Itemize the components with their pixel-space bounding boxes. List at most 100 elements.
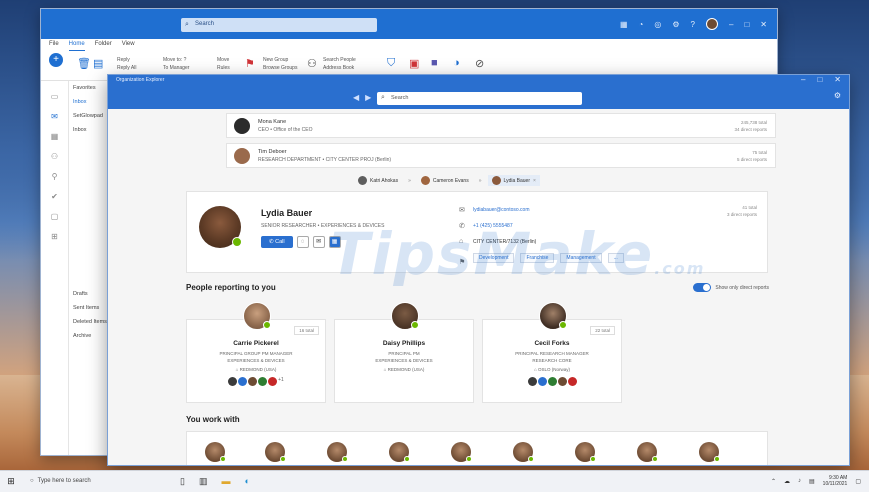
avatar[interactable] <box>547 377 557 386</box>
menu-file[interactable]: File <box>49 41 59 51</box>
mail-selected-icon[interactable]: ✉ <box>41 112 68 121</box>
attach-icon[interactable]: ⚲ <box>41 172 68 181</box>
to-manager-button[interactable]: To Manager <box>163 65 189 71</box>
breadcrumb-chip[interactable]: Cameron Evans <box>417 175 473 186</box>
clock[interactable]: 9:30 AM 10/11/2021 <box>823 475 848 487</box>
minimize-icon[interactable]: – <box>729 20 733 29</box>
report-card[interactable]: Daisy Phillips PRINCIPAL PM EXPERIENCES … <box>334 302 474 403</box>
speaker-icon[interactable]: ◑ <box>453 57 460 69</box>
teams-icon[interactable]: ▦ <box>620 20 628 29</box>
file-explorer-icon[interactable]: ▬ <box>221 476 230 487</box>
call-button[interactable]: ✆ Call <box>261 236 293 248</box>
close-icon[interactable]: ✕ <box>760 20 767 29</box>
menu-home[interactable]: Home <box>68 41 85 51</box>
widgets-icon[interactable]: ▥ <box>199 476 208 487</box>
settings-icon[interactable]: ⚙ <box>834 91 841 100</box>
avatar[interactable] <box>228 377 238 386</box>
people-icon[interactable]: ⚇ <box>41 152 68 161</box>
avatar[interactable] <box>265 442 286 462</box>
notification-icon[interactable]: ▢ <box>855 478 861 485</box>
menu-folder[interactable]: Folder <box>95 41 112 51</box>
reply-all-button[interactable]: Reply All <box>117 65 136 71</box>
people-icon[interactable]: ⚇ <box>307 57 317 70</box>
rules-button[interactable]: Rules <box>217 65 230 71</box>
maximize-icon[interactable]: □ <box>817 75 822 84</box>
block-icon[interactable]: ⊘ <box>475 57 484 70</box>
gear-icon[interactable]: ⚙ <box>672 20 679 29</box>
calendar-icon[interactable]: ▦ <box>41 132 68 141</box>
teams-meeting-icon[interactable]: ■ <box>431 57 438 69</box>
edge-icon[interactable]: ◐ <box>244 476 249 487</box>
chevron-up-icon[interactable]: ⌃ <box>771 478 776 485</box>
manager-card[interactable]: Mona Kane CEO • Office of the CEO 245,73… <box>226 113 776 138</box>
avatar[interactable] <box>706 18 718 30</box>
network-icon[interactable]: ▤ <box>809 478 815 485</box>
avatar[interactable] <box>205 442 226 462</box>
volume-icon[interactable]: ♪ <box>798 478 801 484</box>
avatar[interactable] <box>575 442 596 462</box>
new-mail-button[interactable]: + <box>49 53 63 67</box>
move-button[interactable]: Move <box>217 57 229 63</box>
more-members-count[interactable]: +1 <box>278 377 284 386</box>
breadcrumb-chip[interactable]: Lydia Bauer × <box>487 175 540 186</box>
avatar[interactable] <box>527 377 537 386</box>
manager-card[interactable]: Tim Deboer RESEARCH DEPARTMENT • CITY CE… <box>226 143 776 168</box>
avatar[interactable] <box>513 442 534 462</box>
forward-arrow-icon[interactable]: ▶ <box>365 93 371 102</box>
chat-icon[interactable]: ◌ <box>296 236 309 248</box>
avatar[interactable] <box>327 442 348 462</box>
report-title: PRINCIPAL PM <box>388 351 420 356</box>
archive-icon[interactable]: ▤ <box>93 57 103 70</box>
maximize-icon[interactable]: □ <box>744 20 749 29</box>
taskbar-search-input[interactable]: ○ Type here to search <box>30 475 150 489</box>
avatar[interactable] <box>537 377 547 386</box>
address-book-button[interactable]: Address Book <box>323 65 354 71</box>
avatar[interactable] <box>451 442 472 462</box>
avatar[interactable] <box>268 377 278 386</box>
avatar[interactable] <box>258 377 268 386</box>
bell-icon[interactable]: ◔ <box>639 20 644 29</box>
mail-icon[interactable]: ✉ <box>312 236 325 248</box>
task-view-icon[interactable]: ▯ <box>180 476 185 487</box>
avatar[interactable] <box>248 377 258 386</box>
todo-icon[interactable]: ✔ <box>41 192 68 201</box>
windows-start-icon[interactable]: ⊞ <box>0 476 22 487</box>
cloud-icon[interactable]: ☁ <box>784 478 790 485</box>
report-card[interactable]: 16 total Carrie Pickerel PRINCIPAL GROUP… <box>186 302 326 403</box>
megaphone-icon[interactable]: ◎ <box>654 20 661 29</box>
calendar-icon[interactable]: ▣ <box>409 57 419 70</box>
breadcrumb-chip[interactable]: Katri Ahokas <box>354 175 402 186</box>
notes-icon[interactable]: ▢ <box>41 212 68 221</box>
close-icon[interactable]: × <box>533 178 536 184</box>
menu-view[interactable]: View <box>122 41 135 51</box>
avatar[interactable] <box>637 442 658 462</box>
shield-icon[interactable]: ⛉ <box>387 57 395 70</box>
avatar[interactable] <box>557 377 567 386</box>
apps-icon[interactable]: ⊞ <box>41 232 68 241</box>
avatar <box>539 302 567 330</box>
avatar[interactable] <box>238 377 248 386</box>
back-arrow-icon[interactable]: ◀ <box>353 93 359 102</box>
avatar[interactable] <box>567 377 577 386</box>
move-to-button[interactable]: Move to: ? <box>163 57 186 63</box>
report-card[interactable]: 22 total Cecil Forks PRINCIPAL RESEARCH … <box>482 302 622 403</box>
avatar[interactable] <box>389 442 410 462</box>
report-location: ⌂ REDMOND (USA) <box>235 367 277 372</box>
email-link[interactable]: lydiabauer@contoso.com <box>473 207 530 213</box>
avatar[interactable] <box>699 442 720 462</box>
flag-icon[interactable]: ⚑ <box>245 57 255 70</box>
minimize-icon[interactable]: – <box>801 75 805 84</box>
help-icon[interactable]: ? <box>691 20 695 29</box>
mail-icon[interactable]: ▭ <box>41 92 68 101</box>
delete-icon[interactable]: 🗑 <box>77 57 91 70</box>
taskbar: ⊞ ○ Type here to search ▯ ▥ ▬ ◐ ⌃ ☁ ♪ ▤ … <box>0 470 869 492</box>
avatar <box>199 206 242 248</box>
outlook-search-input[interactable]: ⌕ Search <box>181 18 377 32</box>
close-icon[interactable]: ✕ <box>834 75 841 84</box>
org-search-input[interactable]: ⌕ Search <box>377 92 582 105</box>
reply-button[interactable]: Reply <box>117 57 130 63</box>
presence-available-icon <box>411 321 419 329</box>
search-people-button[interactable]: Search People <box>323 57 356 63</box>
browse-groups-button[interactable]: Browse Groups <box>263 65 297 71</box>
new-group-button[interactable]: New Group <box>263 57 288 63</box>
